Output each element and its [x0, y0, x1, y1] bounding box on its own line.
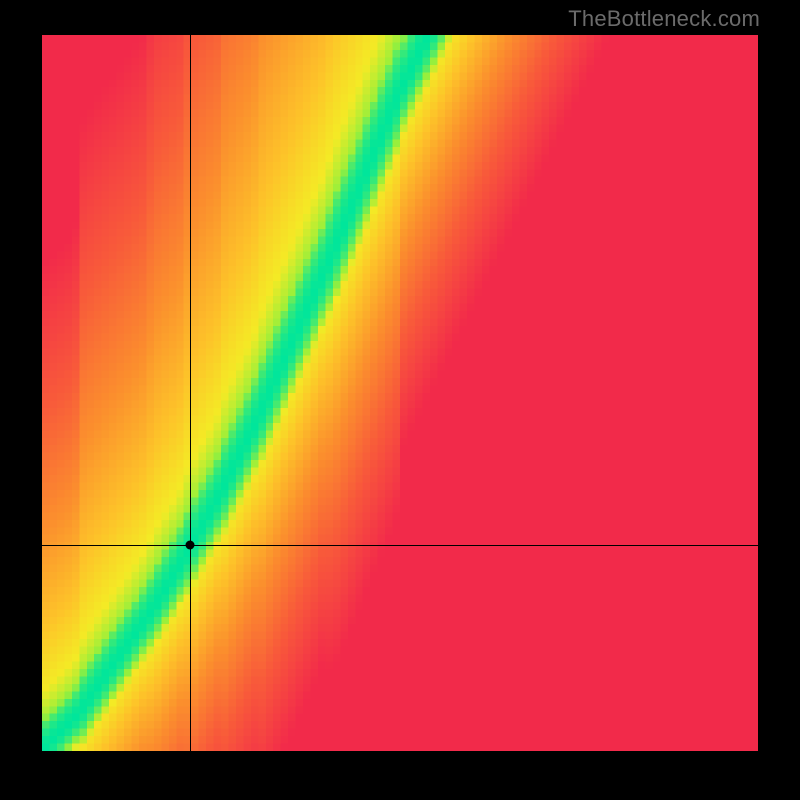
crosshair-horizontal [42, 545, 758, 546]
crosshair-dot [186, 540, 195, 549]
chart-frame: TheBottleneck.com [0, 0, 800, 800]
watermark-text: TheBottleneck.com [568, 6, 760, 32]
crosshair-vertical [190, 35, 191, 751]
heatmap-canvas [42, 35, 758, 751]
heatmap-plot [42, 35, 758, 751]
